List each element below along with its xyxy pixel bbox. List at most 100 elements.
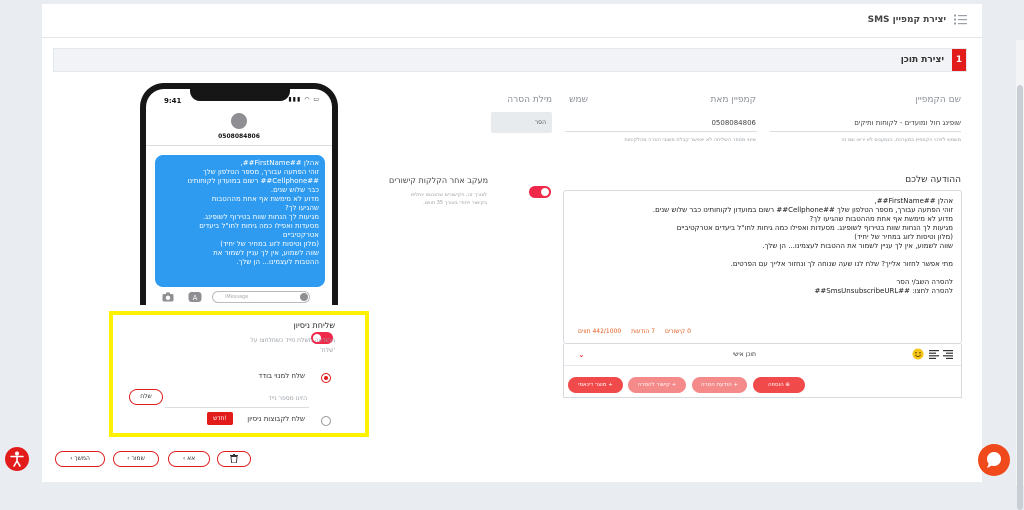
alias-input[interactable] — [565, 131, 590, 132]
step-title: יצירת תוכן — [900, 55, 944, 65]
contact-avatar-icon — [231, 113, 247, 129]
chevron-left-icon: ‹ — [182, 455, 186, 462]
message-line: להסרה לחצו: ##SmsUnsubscribeURL## — [814, 287, 953, 295]
toggle-knob — [541, 188, 549, 196]
removal-word-value: הסר — [534, 119, 546, 126]
message-toolbar: תוכן אישי ⌄ ⊕ הוספה + הודעת הסרה + קישור… — [563, 344, 962, 398]
campaign-from-underline — [566, 131, 757, 132]
emoji-icon[interactable] — [912, 348, 924, 360]
align-left-icon[interactable] — [929, 350, 939, 359]
phone-status-icons: ▮▮▮ ◠ ▭ — [288, 96, 320, 103]
next-label: המשך — [74, 455, 90, 462]
align-right-icon[interactable] — [943, 350, 953, 359]
chat-button[interactable] — [978, 444, 1010, 476]
removal-word-input[interactable]: הסר — [491, 112, 552, 133]
accessibility-icon — [10, 451, 24, 467]
bubble-line: מגיעות לך הנחות שוות בטירוף לשופינג. — [203, 213, 319, 221]
message-editor[interactable]: אהלן ##FirstName##, זוהי הפתעה עבורך, מס… — [563, 190, 962, 344]
campaign-name-input[interactable]: שופינג חול ומועדים - לקוחות ותיקים — [854, 119, 961, 127]
test-groups-label: שלח לקבוצות ניסיון — [247, 415, 305, 423]
bubble-line: זוהי הפתעה עבורך, מספר הטלפון שלך — [203, 168, 319, 176]
step-number: 1 — [952, 49, 966, 71]
bubble-line: מדוע לא מימשת אף אחת מההטבות — [211, 195, 319, 203]
scrollbar-thumb[interactable] — [1017, 85, 1023, 510]
phone-notch — [190, 89, 290, 101]
back-button[interactable]: ‹ אא — [168, 451, 210, 467]
removal-link-button[interactable]: + קישור להסרה — [628, 377, 686, 393]
message-line: להסרה השב/י הסר — [896, 278, 953, 286]
add-button-label: הוספה — [767, 382, 784, 388]
bubble-line: ##Cellphone## רשום במועדון לקוחותינו — [187, 177, 319, 185]
step-header: 1 יצירת תוכן — [53, 48, 967, 72]
personal-content-dropdown[interactable]: תוכן אישי — [733, 351, 756, 358]
campaign-from-input[interactable]: 0508084806 — [711, 119, 756, 127]
test-send-hint-1: ההודעה תשלח מייד כשתלחצו על — [250, 337, 335, 344]
message-text[interactable]: אהלן ##FirstName##, זוהי הפתעה עבורך, מס… — [573, 197, 953, 296]
page-title: יצירת קמפיין SMS — [867, 15, 946, 25]
accessibility-button[interactable] — [5, 447, 29, 471]
svg-text:A: A — [193, 294, 198, 302]
bubble-line: שהגיעו לך? — [285, 204, 319, 212]
clicks-count: 0 קישורים — [664, 328, 691, 335]
delete-button[interactable] — [217, 451, 251, 467]
messages-count: 7 הודעות — [631, 328, 656, 335]
trash-icon — [230, 454, 238, 464]
bubble-line: שווה לשמוע, אין לך עניין לשמור את — [213, 249, 319, 257]
dynamic-product-button[interactable]: + מוצר דינאמי — [568, 377, 623, 393]
phone-number-input[interactable]: הזינו מספר נייד — [268, 395, 307, 402]
link-tracking-hint-1: לצורך זה, הקישורים שהוכנסו יוחלפו — [410, 192, 487, 198]
chevron-left-icon: ‹ — [127, 455, 130, 462]
save-label: שמור — [131, 455, 145, 462]
imessage-input: iMessage — [212, 291, 310, 303]
list-icon — [954, 14, 967, 25]
campaign-name-label: שם הקמפיין — [915, 95, 961, 105]
message-line: מגיעות לך הנחות שוות בטירוף לשופינג. מסע… — [676, 224, 953, 232]
sms-bubble: אהלן ##FirstName##, זוהי הפתעה עבורך, מס… — [155, 155, 325, 287]
test-send-panel: שליחת ניסיון ההודעה תשלח מייד כשתלחצו על… — [109, 311, 369, 437]
phone-number-underline — [165, 407, 309, 408]
removal-message-button[interactable]: + הודעת הסרה — [692, 377, 747, 393]
camera-icon — [162, 292, 174, 302]
message-line: (מלון וטיסות לזוג במחיר של יחיד) — [854, 233, 953, 241]
save-button[interactable]: ‹ שמור — [113, 451, 159, 467]
link-tracking-label: מעקב אחר הקלקות קישורים — [389, 176, 488, 185]
phone-preview: 9:41 ▮▮▮ ◠ ▭ 0508084806 אהלן ##FirstName… — [140, 83, 338, 305]
bubble-line: ההטבות לעצמינו... הן שלך. — [236, 258, 319, 266]
bubble-line: כבר שלוש שנים. — [270, 186, 319, 194]
bubble-line: מסעדות ואפילו כמה גיחות לחו"ל ביעדים — [199, 222, 319, 230]
chevron-down-icon[interactable]: ⌄ — [578, 350, 585, 359]
phone-divider — [146, 145, 332, 146]
message-counters: 0 קישורים 7 הודעות 442/1000 תווים — [570, 328, 691, 335]
next-button[interactable]: ‹ המשך — [55, 451, 105, 467]
scrollbar[interactable] — [1016, 40, 1024, 510]
test-groups-radio[interactable] — [321, 416, 331, 426]
apps-icon: A — [188, 292, 202, 302]
back-label: אא — [187, 455, 196, 462]
message-line: מתי אפשר לחזור אלייך? שלח לנו שעה שנוחה … — [730, 260, 953, 268]
link-tracking-hint-2: בקישור ייחודי באורך 35 תווים. — [423, 200, 487, 206]
campaign-name-underline — [770, 131, 961, 132]
phone-input-bar: A iMessage — [160, 291, 320, 303]
bubble-line: (מלון וטיסות לזוג במחיר של יחיד) — [220, 240, 319, 248]
campaign-name-hint: משמש לזיהוי הקמפיין במערכת, הנמענים לא י… — [841, 137, 961, 143]
campaign-from-label: קמפיין מאת — [710, 95, 756, 105]
removal-word-label: מילת הסרה — [507, 95, 552, 105]
message-line: מדוע לא מימשת אף אחת מההטבות שהגיעו לך? — [809, 215, 953, 223]
add-button[interactable]: ⊕ הוספה — [753, 377, 805, 393]
alias-label: שמש — [569, 95, 588, 105]
link-tracking-toggle[interactable] — [529, 186, 551, 198]
single-subscriber-radio[interactable] — [321, 373, 331, 383]
page-header: יצירת קמפיין SMS — [42, 4, 982, 38]
phone-time: 9:41 — [164, 97, 182, 105]
test-send-title: שליחת ניסיון — [293, 321, 335, 330]
test-send-hint-2: 'שלח' — [320, 347, 335, 354]
chat-bubble-icon — [987, 452, 1001, 468]
message-title: ההודעה שלכם — [905, 175, 961, 185]
send-button[interactable]: שלח — [129, 389, 163, 405]
audio-icon — [300, 293, 308, 301]
message-line: שווה לשמוע, אין לך עניין לשמור את ההטבות… — [762, 242, 953, 250]
chevron-left-icon: ‹ — [70, 455, 73, 462]
message-line: זוהי הפתעה עבורך, מספר הטלפון שלך ##Cell… — [652, 206, 953, 214]
single-subscriber-label: שלח למנוי בודד — [258, 372, 305, 380]
new-badge: חדש! — [207, 412, 233, 425]
